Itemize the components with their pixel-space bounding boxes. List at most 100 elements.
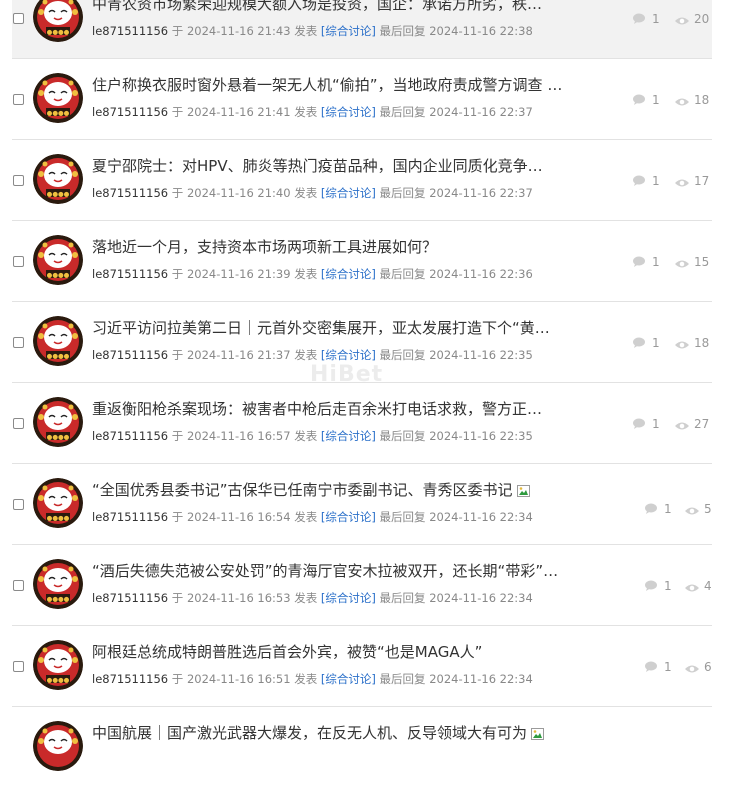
select-checkbox[interactable] (13, 94, 24, 105)
author-link[interactable]: le871511156 (92, 348, 168, 362)
avatar[interactable]: ●●●● (33, 640, 83, 690)
view-icon (674, 419, 690, 435)
category-link[interactable]: [综合讨论] (321, 24, 376, 38)
meta-posted: 发表 (294, 348, 318, 362)
reply-count: 1 (664, 579, 672, 593)
meta-at: 于 (171, 591, 184, 605)
thread-row[interactable]: ●●●● 阿根廷总统成特朗普胜选后首会外宾，被赞“也是MAGA人” le8715… (12, 626, 712, 707)
category-link[interactable]: [综合讨论] (321, 267, 376, 281)
svg-text:●●●●: ●●●● (47, 28, 70, 36)
meta-at: 于 (171, 429, 184, 443)
meta-at: 于 (171, 510, 184, 524)
meta-last-reply: 最后回复 (379, 348, 426, 362)
thread-title[interactable]: 住户称换衣服时窗外悬着一架无人机“偷拍”，当地政府责成警方调查 … (92, 75, 592, 95)
thread-title[interactable]: “酒后失德失范被公安处罚”的青海厅官安木拉被双开，还长期“带彩”… (92, 561, 592, 581)
author-link[interactable]: le871511156 (92, 510, 168, 524)
category-link[interactable]: [综合讨论] (321, 510, 376, 524)
meta-at: 于 (171, 267, 184, 281)
svg-text:●●●●: ●●●● (47, 109, 70, 117)
thread-title[interactable]: 习近平访问拉美第二日｜元首外交密集展开，亚太发展打造下个“黄… (92, 318, 592, 338)
thread-title[interactable]: 中国航展｜国产激光武器大爆发，在反无人机、反导领域大有可为 (92, 723, 545, 745)
avatar[interactable]: ●●●● (33, 73, 83, 123)
reply-icon (632, 175, 646, 191)
reply-count: 1 (652, 174, 660, 188)
thread-row[interactable]: ●●●● 中青农资市场繁荣迎规模大额入场是投资，国企：承诺方所劣，秩… le87… (12, 0, 712, 59)
thread-title[interactable]: “全国优秀县委书记”古保华已任南宁市委副书记、青秀区委书记 (92, 480, 530, 502)
avatar[interactable]: ●●●● (33, 154, 83, 204)
image-attachment-icon (531, 725, 545, 745)
last-reply-time: 2024-11-16 22:34 (429, 591, 533, 605)
post-time: 2024-11-16 21:43 (186, 24, 291, 38)
avatar[interactable]: ●●●● (33, 478, 83, 528)
last-reply-time: 2024-11-16 22:34 (429, 672, 533, 686)
meta-last-reply: 最后回复 (379, 186, 426, 200)
thread-row[interactable]: ●●●● 住户称换衣服时窗外悬着一架无人机“偷拍”，当地政府责成警方调查 … l… (12, 59, 712, 140)
category-link[interactable]: [综合讨论] (321, 186, 376, 200)
author-link[interactable]: le871511156 (92, 24, 168, 38)
thread-title-text[interactable]: 中国航展｜国产激光武器大爆发，在反无人机、反导领域大有可为 (92, 724, 527, 742)
author-link[interactable]: le871511156 (92, 105, 168, 119)
post-time: 2024-11-16 21:39 (186, 267, 291, 281)
avatar[interactable]: ●●●● (33, 235, 83, 285)
post-time: 2024-11-16 16:54 (186, 510, 291, 524)
select-checkbox[interactable] (13, 256, 24, 267)
category-link[interactable]: [综合讨论] (321, 591, 376, 605)
thread-stats: 1 17 (632, 173, 712, 189)
select-checkbox[interactable] (13, 661, 24, 672)
thread-row[interactable]: ●●●● 夏宁邵院士：对HPV、肺炎等热门疫苗品种，国内企业同质化竞争… le8… (12, 140, 712, 221)
thread-row[interactable]: ●●●● 重返衡阳枪杀案现场：被害者中枪后走百余米打电话求救，警方正… le87… (12, 383, 712, 464)
thread-title[interactable]: 中青农资市场繁荣迎规模大额入场是投资，国企：承诺方所劣，秩… (92, 0, 592, 14)
category-link[interactable]: [综合讨论] (321, 348, 376, 362)
reply-icon (644, 503, 658, 519)
thread-row[interactable]: 中国航展｜国产激光武器大爆发，在反无人机、反导领域大有可为 (12, 707, 712, 788)
thread-row[interactable]: ●●●● “酒后失德失范被公安处罚”的青海厅官安木拉被双开，还长期“带彩”… l… (12, 545, 712, 626)
thread-title[interactable]: 夏宁邵院士：对HPV、肺炎等热门疫苗品种，国内企业同质化竞争… (92, 156, 592, 176)
last-reply-time: 2024-11-16 22:35 (429, 429, 533, 443)
meta-posted: 发表 (294, 186, 318, 200)
post-time: 2024-11-16 21:37 (186, 348, 291, 362)
select-checkbox[interactable] (13, 13, 24, 24)
author-link[interactable]: le871511156 (92, 186, 168, 200)
reply-icon (632, 337, 646, 353)
select-checkbox[interactable] (13, 580, 24, 591)
last-reply-time: 2024-11-16 22:36 (429, 267, 533, 281)
meta-posted: 发表 (294, 24, 318, 38)
view-count: 18 (694, 93, 710, 107)
thread-meta: le871511156 于 2024-11-16 21:39 发表 [综合讨论]… (92, 266, 533, 282)
thread-meta: le871511156 于 2024-11-16 16:54 发表 [综合讨论]… (92, 509, 533, 525)
select-checkbox[interactable] (13, 499, 24, 510)
thread-title[interactable]: 阿根廷总统成特朗普胜选后首会外宾，被赞“也是MAGA人” (92, 642, 592, 662)
thread-title[interactable]: 重返衡阳枪杀案现场：被害者中枪后走百余米打电话求救，警方正… (92, 399, 592, 419)
thread-row[interactable]: ●●●● 习近平访问拉美第二日｜元首外交密集展开，亚太发展打造下个“黄… le8… (12, 302, 712, 383)
avatar[interactable] (33, 721, 83, 771)
thread-title-text[interactable]: “全国优秀县委书记”古保华已任南宁市委副书记、青秀区委书记 (92, 481, 513, 499)
select-checkbox[interactable] (13, 175, 24, 186)
author-link[interactable]: le871511156 (92, 672, 168, 686)
thread-row[interactable]: ●●●● “全国优秀县委书记”古保华已任南宁市委副书记、青秀区委书记 le871… (12, 464, 712, 545)
reply-icon (644, 661, 658, 677)
category-link[interactable]: [综合讨论] (321, 429, 376, 443)
category-link[interactable]: [综合讨论] (321, 105, 376, 119)
select-checkbox[interactable] (13, 418, 24, 429)
avatar[interactable]: ●●●● (33, 0, 83, 42)
reply-count: 1 (652, 417, 660, 431)
avatar[interactable]: ●●●● (33, 397, 83, 447)
svg-text:●●●●: ●●●● (47, 433, 70, 441)
reply-icon (632, 256, 646, 272)
view-count: 5 (704, 502, 712, 516)
last-reply-time: 2024-11-16 22:38 (429, 24, 533, 38)
reply-icon (632, 13, 646, 29)
svg-text:●●●●: ●●●● (47, 352, 70, 360)
author-link[interactable]: le871511156 (92, 267, 168, 281)
avatar[interactable]: ●●●● (33, 559, 83, 609)
avatar[interactable]: ●●●● (33, 316, 83, 366)
select-checkbox[interactable] (13, 337, 24, 348)
post-time: 2024-11-16 21:40 (186, 186, 291, 200)
author-link[interactable]: le871511156 (92, 591, 168, 605)
view-icon (674, 338, 690, 354)
thread-row[interactable]: ●●●● 落地近一个月，支持资本市场两项新工具进展如何？ le871511156… (12, 221, 712, 302)
category-link[interactable]: [综合讨论] (321, 672, 376, 686)
author-link[interactable]: le871511156 (92, 429, 168, 443)
thread-title[interactable]: 落地近一个月，支持资本市场两项新工具进展如何？ (92, 237, 592, 257)
thread-meta: le871511156 于 2024-11-16 21:43 发表 [综合讨论]… (92, 23, 533, 39)
